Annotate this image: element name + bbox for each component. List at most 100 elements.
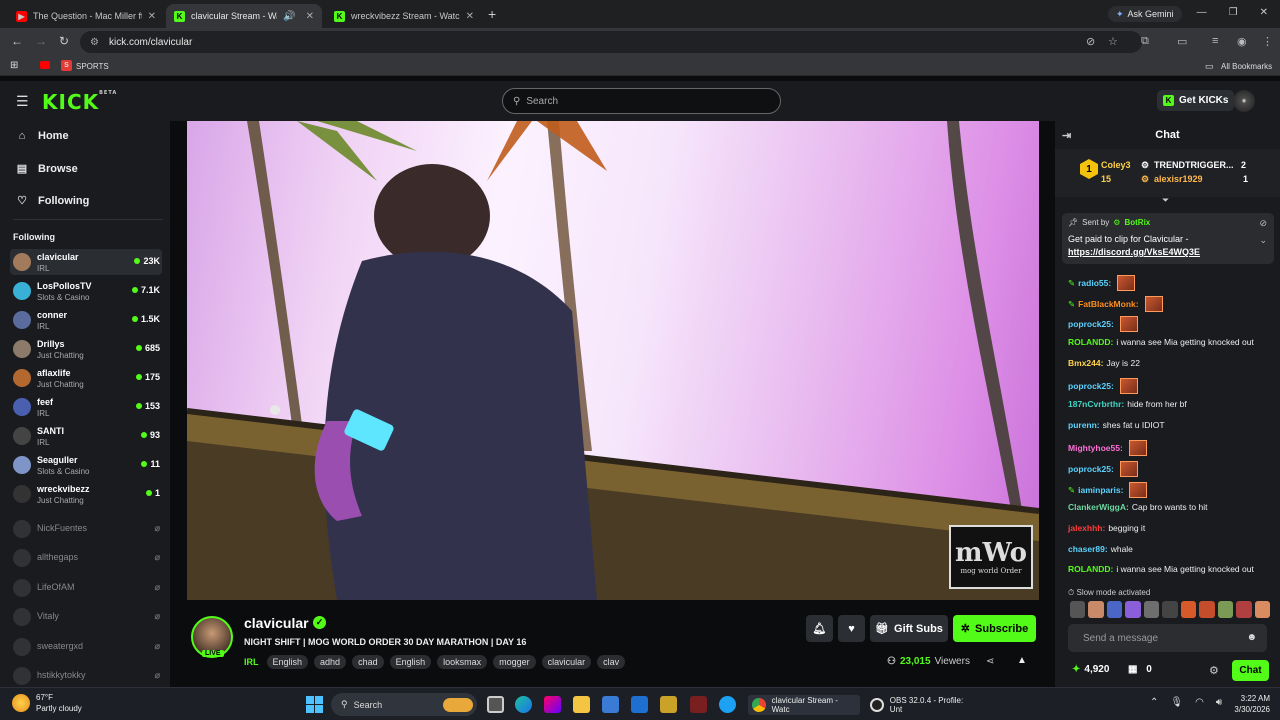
chevron-up-icon[interactable]: ⌃ <box>1150 697 1158 708</box>
taskbar-chrome-app[interactable]: clavicular Stream - Watc <box>748 695 860 715</box>
file-explorer-icon[interactable] <box>573 696 590 713</box>
expand-leaderboard-icon[interactable]: ⏷ <box>1162 195 1169 206</box>
send-chat-button[interactable]: Chat <box>1232 660 1269 681</box>
stream-tag[interactable]: clav <box>597 655 626 669</box>
chat-username[interactable]: 187nCvrbrthr: <box>1068 399 1124 409</box>
chat-username[interactable]: radio55: <box>1078 278 1111 288</box>
system-clock[interactable]: 3:22 AM 3/30/2026 <box>1232 693 1270 715</box>
weather-widget[interactable]: 67°F Partly cloudy <box>12 692 82 714</box>
emote-icon[interactable] <box>1070 601 1086 618</box>
subscribe-button[interactable]: ✲ Subscribe <box>953 615 1036 642</box>
emote-icon[interactable] <box>1180 601 1197 618</box>
youtube-bookmark-icon[interactable] <box>40 61 50 69</box>
emote-icon[interactable] <box>1162 601 1178 618</box>
sidebar-channel[interactable]: wreckvibezz Just Chatting 1 <box>10 481 162 507</box>
task-view-icon[interactable] <box>487 696 504 713</box>
all-bookmarks[interactable]: All Bookmarks <box>1221 62 1272 71</box>
sidebar-channel[interactable]: aflaxlife Just Chatting 175 <box>10 365 162 391</box>
gifts-counter[interactable]: ▦ 0 <box>1128 664 1152 675</box>
stream-tag[interactable]: chad <box>352 655 384 669</box>
chat-username[interactable]: ClankerWiggA: <box>1068 502 1129 512</box>
edge-icon[interactable] <box>515 696 532 713</box>
chat-username[interactable]: poprock25: <box>1068 381 1114 391</box>
emote-icon[interactable] <box>1088 601 1104 618</box>
windows-start-icon[interactable] <box>306 696 323 713</box>
roblox-icon[interactable] <box>660 696 677 713</box>
menu-icon[interactable]: ⋮ <box>1262 35 1273 48</box>
emoji-picker-icon[interactable]: ☻ <box>1246 632 1257 643</box>
pinned-link[interactable]: https://discord.gg/VksE4WQ3E <box>1068 247 1200 257</box>
search-input[interactable]: ⚲ Search <box>502 88 781 114</box>
leaderboard-user[interactable]: alexisr1929 <box>1154 174 1203 184</box>
back-icon[interactable]: ← <box>11 34 23 48</box>
channel-name[interactable]: clavicular <box>244 615 309 631</box>
unpin-icon[interactable]: ⊘ <box>1259 218 1267 229</box>
cast-icon[interactable]: ▭ <box>1177 35 1187 48</box>
follow-button[interactable]: ♥ <box>838 615 865 642</box>
ask-gemini-button[interactable]: ✦ Ask Gemini <box>1108 6 1182 22</box>
sidebar-channel[interactable]: LosPollosTV Slots & Casino 7.1K <box>10 278 162 304</box>
chat-username[interactable]: ROLANDD: <box>1068 564 1113 574</box>
profile-icon[interactable]: ◉ <box>1237 35 1247 48</box>
chat-username[interactable]: poprock25: <box>1068 319 1114 329</box>
chat-message-input[interactable]: Send a message ☻ <box>1068 624 1267 652</box>
sidebar-channel[interactable]: SANTI IRL 93 <box>10 423 162 449</box>
site-info-icon[interactable]: ⚙ <box>90 37 99 48</box>
sidebar-item-following[interactable]: ♡ Following <box>16 194 89 208</box>
stream-tag[interactable]: English <box>266 655 309 669</box>
chat-username[interactable]: FatBlackMonk: <box>1078 299 1138 309</box>
sidebar-channel[interactable]: clavicular IRL 23K <box>10 249 162 275</box>
tab-clavicular[interactable]: K clavicular Stream - Watch Li 🔊 ✕ <box>166 4 322 28</box>
emote-icon[interactable] <box>1143 601 1160 618</box>
gift-subs-button[interactable]: 🎁︎ Gift Subs <box>870 615 948 642</box>
emote-icon[interactable] <box>1217 601 1234 618</box>
sidebar-channel[interactable]: feef IRL 153 <box>10 394 162 420</box>
sidebar-channel-offline[interactable]: hstikkytokky ⌀ <box>10 663 162 689</box>
report-icon[interactable]: ▲ <box>1017 655 1027 666</box>
app-icon[interactable] <box>690 696 707 713</box>
emote-icon[interactable] <box>1106 601 1123 618</box>
emote-icon[interactable] <box>1125 601 1141 618</box>
chat-username[interactable]: Bmx244: <box>1068 358 1103 368</box>
sidebar-item-browse[interactable]: ▤ Browse <box>16 162 78 176</box>
close-window-icon[interactable]: ✕ <box>1260 7 1268 18</box>
chat-username[interactable]: iaminparis: <box>1078 485 1123 495</box>
video-player[interactable]: mWo mog world Order <box>187 121 1039 600</box>
volume-icon[interactable]: 🔊︎ <box>1216 697 1222 708</box>
get-kicks-button[interactable]: K Get KICKs <box>1157 90 1235 111</box>
sidebar-channel-offline[interactable]: NickFuentes ⌀ <box>10 516 162 542</box>
microphone-icon[interactable]: 🎙︎ <box>1170 697 1183 708</box>
stream-category[interactable]: IRL <box>244 657 259 667</box>
emote-icon[interactable] <box>1254 601 1270 618</box>
chat-username[interactable]: Mightyhoe55: <box>1068 443 1123 453</box>
stream-tag[interactable]: adhd <box>314 655 347 669</box>
apps-icon[interactable]: ⊞ <box>10 60 18 71</box>
stream-tag[interactable]: English <box>389 655 432 669</box>
extensions-icon[interactable]: ⧉ <box>1141 35 1149 48</box>
chat-username[interactable]: jalexhhh: <box>1068 523 1105 533</box>
sidebar-channel[interactable]: Drillys Just Chatting 685 <box>10 336 162 362</box>
tab-mac-miller[interactable]: ▶ The Question - Mac Miller ft. Li ✕ <box>8 4 164 28</box>
wifi-icon[interactable]: ◠ <box>1195 697 1204 708</box>
new-tab-icon[interactable]: + <box>488 6 496 22</box>
eye-off-icon[interactable]: ⊘ <box>1086 35 1095 48</box>
emote-icon[interactable] <box>1236 601 1252 618</box>
hamburger-menu-icon[interactable]: ☰ <box>16 93 29 110</box>
minimize-icon[interactable]: — <box>1197 7 1207 18</box>
speaker-icon[interactable]: 🔊 <box>283 11 295 22</box>
close-tab-icon[interactable]: ✕ <box>148 11 156 22</box>
stream-tag[interactable]: clavicular <box>541 655 592 669</box>
kick-logo[interactable]: KICKBETA <box>42 90 117 114</box>
chat-username[interactable]: purenn: <box>1068 420 1100 430</box>
close-tab-icon[interactable]: ✕ <box>466 11 474 22</box>
sidebar-item-home[interactable]: ⌂ Home <box>16 130 69 142</box>
channel-points[interactable]: ✦ 4,920 <box>1072 664 1109 675</box>
reading-list-icon[interactable]: ≡ <box>1212 35 1218 47</box>
sidebar-channel[interactable]: Seaguller Slots & Casino 11 <box>10 452 162 478</box>
restore-icon[interactable]: ❐ <box>1229 7 1238 18</box>
copilot-icon[interactable] <box>544 696 561 713</box>
chat-username[interactable]: ROLANDD: <box>1068 337 1113 347</box>
tab-wreckvibezz[interactable]: K wreckvibezz Stream - Watch Liv ✕ <box>326 4 482 28</box>
collapse-chat-icon[interactable]: ⇥ <box>1062 129 1071 142</box>
taskbar-obs-app[interactable]: OBS 32.0.4 - Profile: Unt <box>866 695 980 715</box>
